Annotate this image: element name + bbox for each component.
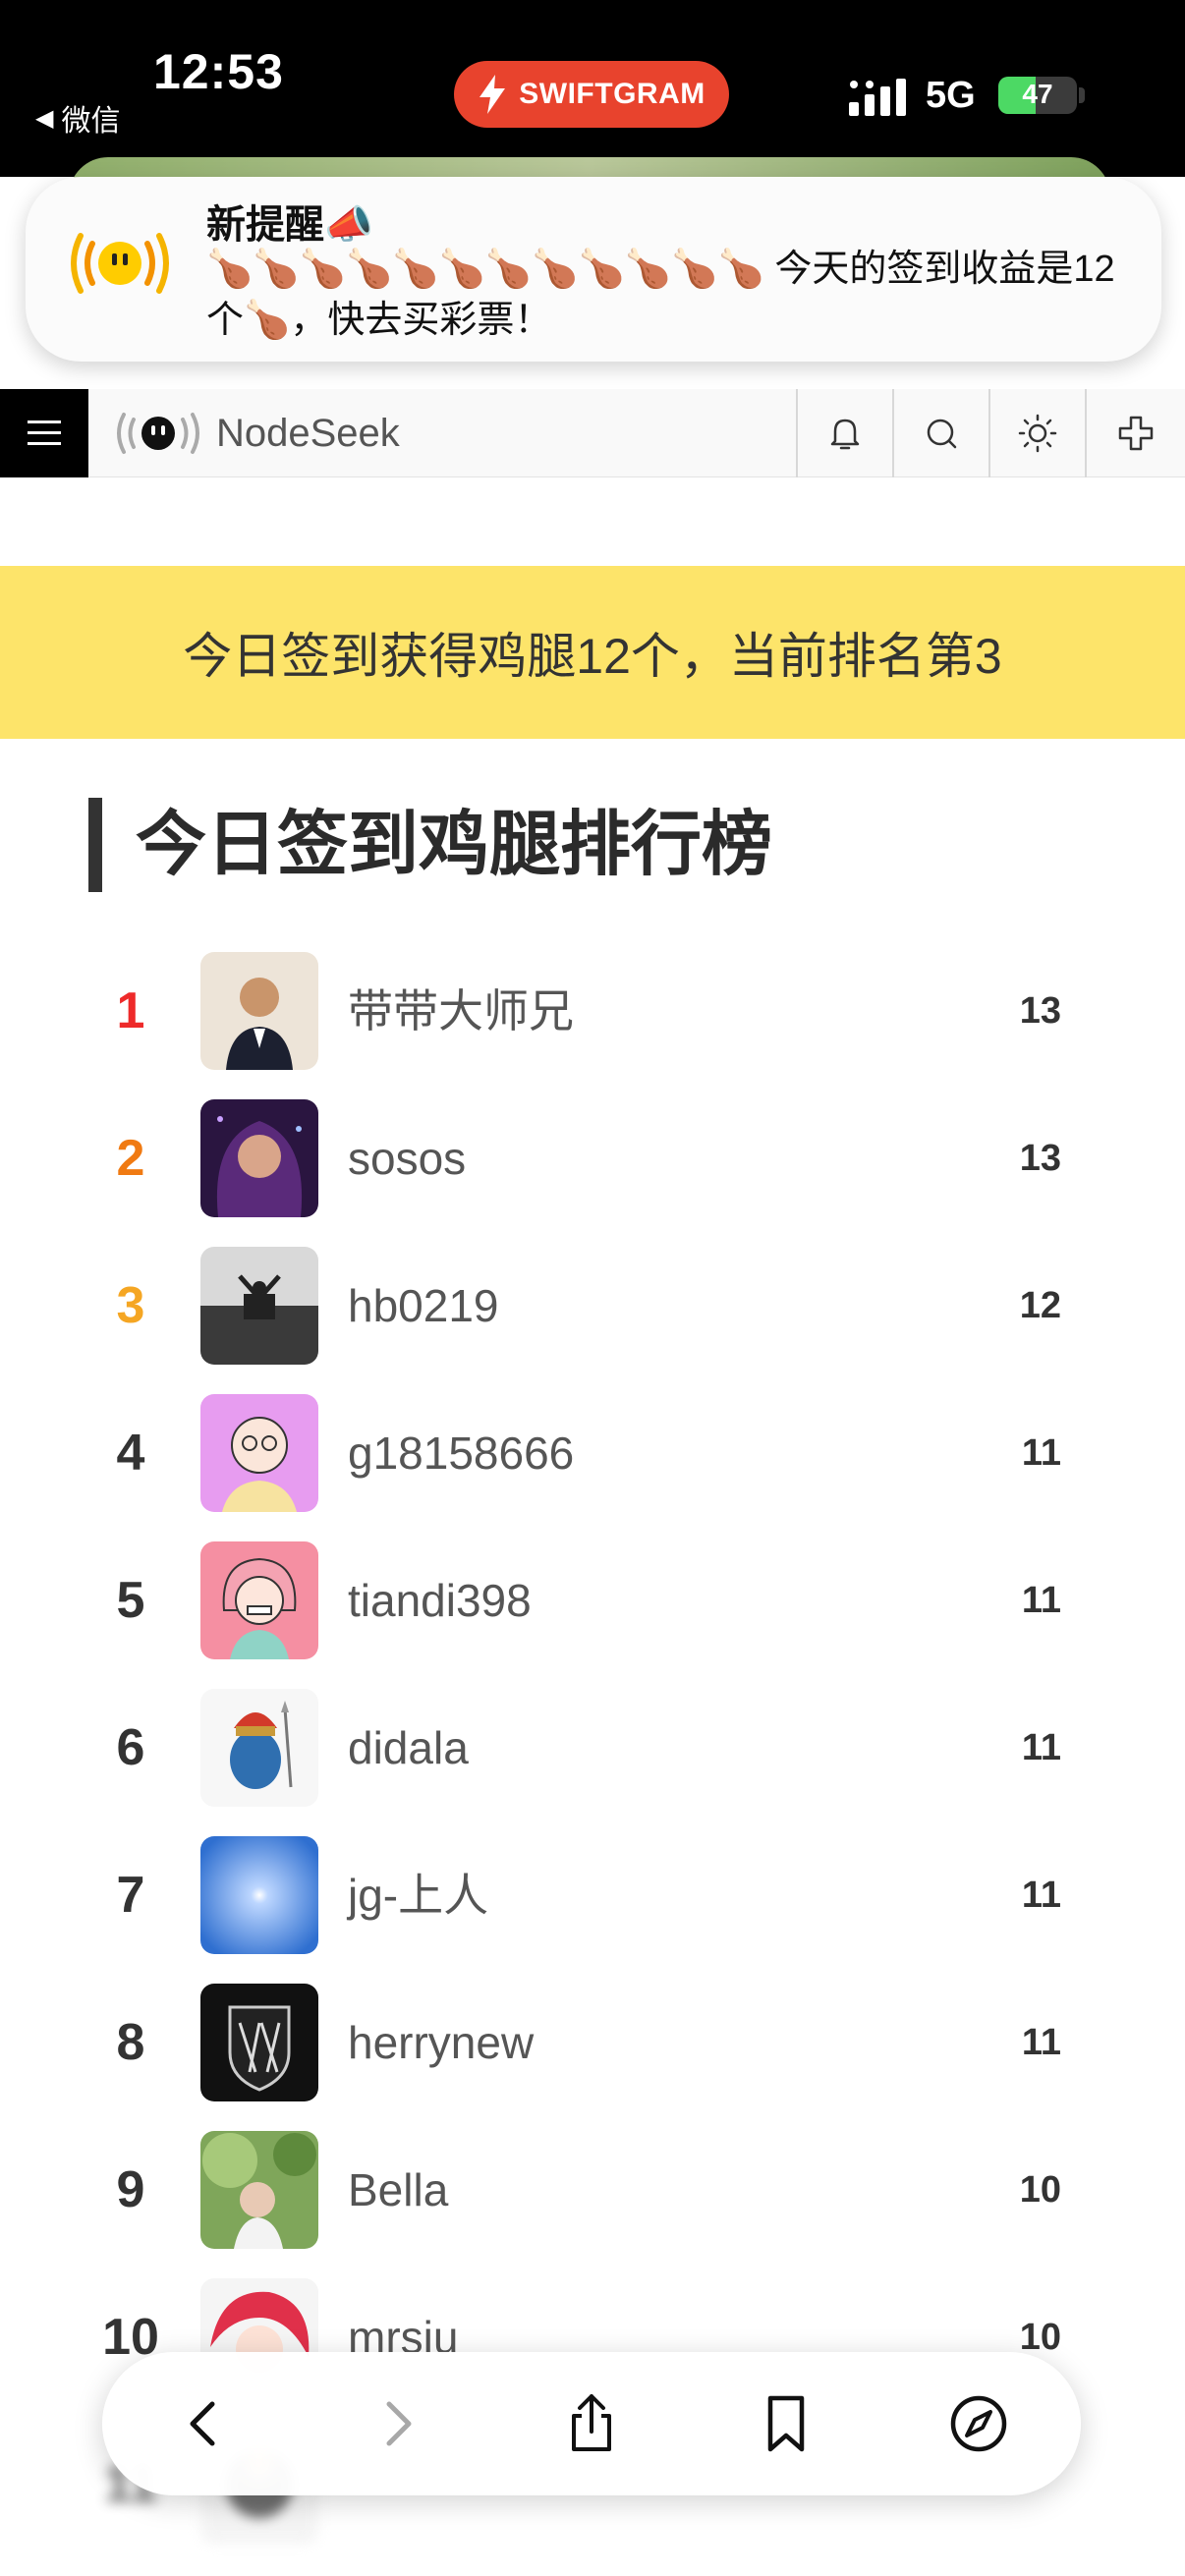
nodeseek-logo-icon [71,233,169,294]
checkin-notice: 今日签到获得鸡腿12个，当前排名第3 [0,566,1185,739]
theme-toggle-button[interactable] [988,389,1085,477]
username[interactable]: g18158666 [348,1379,574,1527]
username[interactable]: jg-上人 [348,1821,488,1969]
nodeseek-logo-icon [117,413,199,454]
notifications-button[interactable] [796,389,892,477]
username[interactable]: didala [348,1674,469,1821]
leaderboard-row[interactable]: 3 hb0219 12 [0,1232,1185,1379]
avatar[interactable] [200,1984,318,2101]
cellular-signal-icon [849,79,906,116]
new-post-button[interactable] [1085,389,1185,477]
rank-number: 3 [116,1277,145,1334]
avatar[interactable] [200,1099,318,1217]
drumstick-count: 10 [1019,2169,1061,2211]
network-type: 5G [926,75,976,116]
notification-title: 新提醒📣 [206,203,373,247]
rank-number: 7 [116,1867,145,1924]
notification-banner[interactable]: 新提醒📣 🍗🍗🍗🍗🍗🍗🍗🍗🍗🍗🍗🍗 今天的签到收益是12个🍗，快去买彩票！ [26,177,1161,362]
leaderboard-row[interactable]: 7 jg-上人 11 [0,1821,1185,1969]
back-app-label: 微信 [61,105,121,138]
leaderboard-row[interactable]: 2 sosos 13 [0,1085,1185,1232]
username[interactable]: tiandi398 [348,1527,532,1674]
username[interactable]: sosos [348,1085,466,1232]
drumstick-count: 13 [1019,1138,1061,1179]
avatar[interactable] [200,952,318,1070]
battery-icon: 47 [998,77,1077,114]
back-to-app-link[interactable]: ◀ 微信 [35,96,120,140]
drumstick-count: 12 [1019,1285,1061,1326]
tabs-compass-button[interactable] [939,2384,1018,2463]
leaderboard-row[interactable]: 8 herrynew 11 [0,1969,1185,2116]
plus-icon [1118,416,1154,451]
site-navbar: NodeSeek [0,389,1185,477]
username[interactable]: herrynew [348,1969,534,2116]
rank-number: 9 [116,2161,145,2218]
avatar[interactable] [200,1541,318,1659]
leaderboard-row[interactable]: 4 g18158666 11 [0,1379,1185,1527]
share-icon [572,2394,611,2451]
avatar[interactable] [200,1836,318,1954]
browser-toolbar [102,2352,1081,2495]
swiftgram-label: SWIFTGRAM [519,78,705,110]
back-button[interactable] [165,2384,244,2463]
battery-percent: 47 [1022,79,1053,109]
hamburger-icon [28,420,61,445]
rank-number: 5 [116,1572,145,1629]
clock: 12:53 [153,44,284,99]
leaderboard-row[interactable]: 6 didala 11 [0,1674,1185,1821]
username[interactable]: 带带大师兄 [348,937,574,1085]
forward-button[interactable] [358,2384,436,2463]
swiftgram-pill[interactable]: SWIFTGRAM [454,61,729,128]
bookmarks-button[interactable] [747,2384,825,2463]
avatar[interactable] [200,1394,318,1512]
search-icon [927,419,957,449]
avatar[interactable] [200,1247,318,1365]
bell-icon [830,419,860,450]
site-logo-link[interactable]: NodeSeek [114,407,400,460]
leaderboard-row[interactable]: 5 tiandi398 11 [0,1527,1185,1674]
share-button[interactable] [552,2384,631,2463]
search-button[interactable] [892,389,988,477]
status-bar: ◀ 微信 12:53 SWIFTGRAM 5G 47 [0,0,1185,177]
site-name: NodeSeek [216,411,400,455]
chevron-left-icon [190,2401,215,2446]
username[interactable]: hb0219 [348,1232,499,1379]
drumstick-count: 11 [1021,2022,1061,2063]
rank-number: 2 [116,1130,145,1187]
avatar[interactable] [200,1689,318,1807]
back-triangle-icon: ◀ [35,104,54,132]
rank-number: 8 [116,2014,145,2071]
drumstick-count: 13 [1019,990,1061,1032]
rank-number: 1 [116,982,145,1039]
avatar[interactable] [200,2131,318,2249]
sun-icon [1018,414,1057,453]
drumstick-count: 11 [1021,1432,1061,1474]
bookmarks-icon [767,2395,805,2452]
battery-cap [1079,87,1085,103]
rank-number: 4 [116,1425,145,1482]
menu-button[interactable] [0,389,88,477]
leaderboard-title: 今日签到鸡腿排行榜 [88,798,772,892]
drumstick-count: 11 [1021,1875,1061,1916]
lightning-icon [480,75,506,114]
leaderboard-row[interactable]: 1 带带大师兄 13 [0,937,1185,1085]
leaderboard-row[interactable]: 9 Bella 10 [0,2116,1185,2264]
drumstick-count: 11 [1021,1580,1061,1621]
notification-body: 🍗🍗🍗🍗🍗🍗🍗🍗🍗🍗🍗🍗 今天的签到收益是12个🍗，快去买彩票！ [206,249,1115,341]
chevron-right-icon [386,2401,412,2446]
username[interactable]: Bella [348,2116,448,2264]
rank-number: 6 [116,1719,145,1776]
drumstick-count: 11 [1021,1727,1061,1768]
compass-icon [950,2395,1007,2452]
